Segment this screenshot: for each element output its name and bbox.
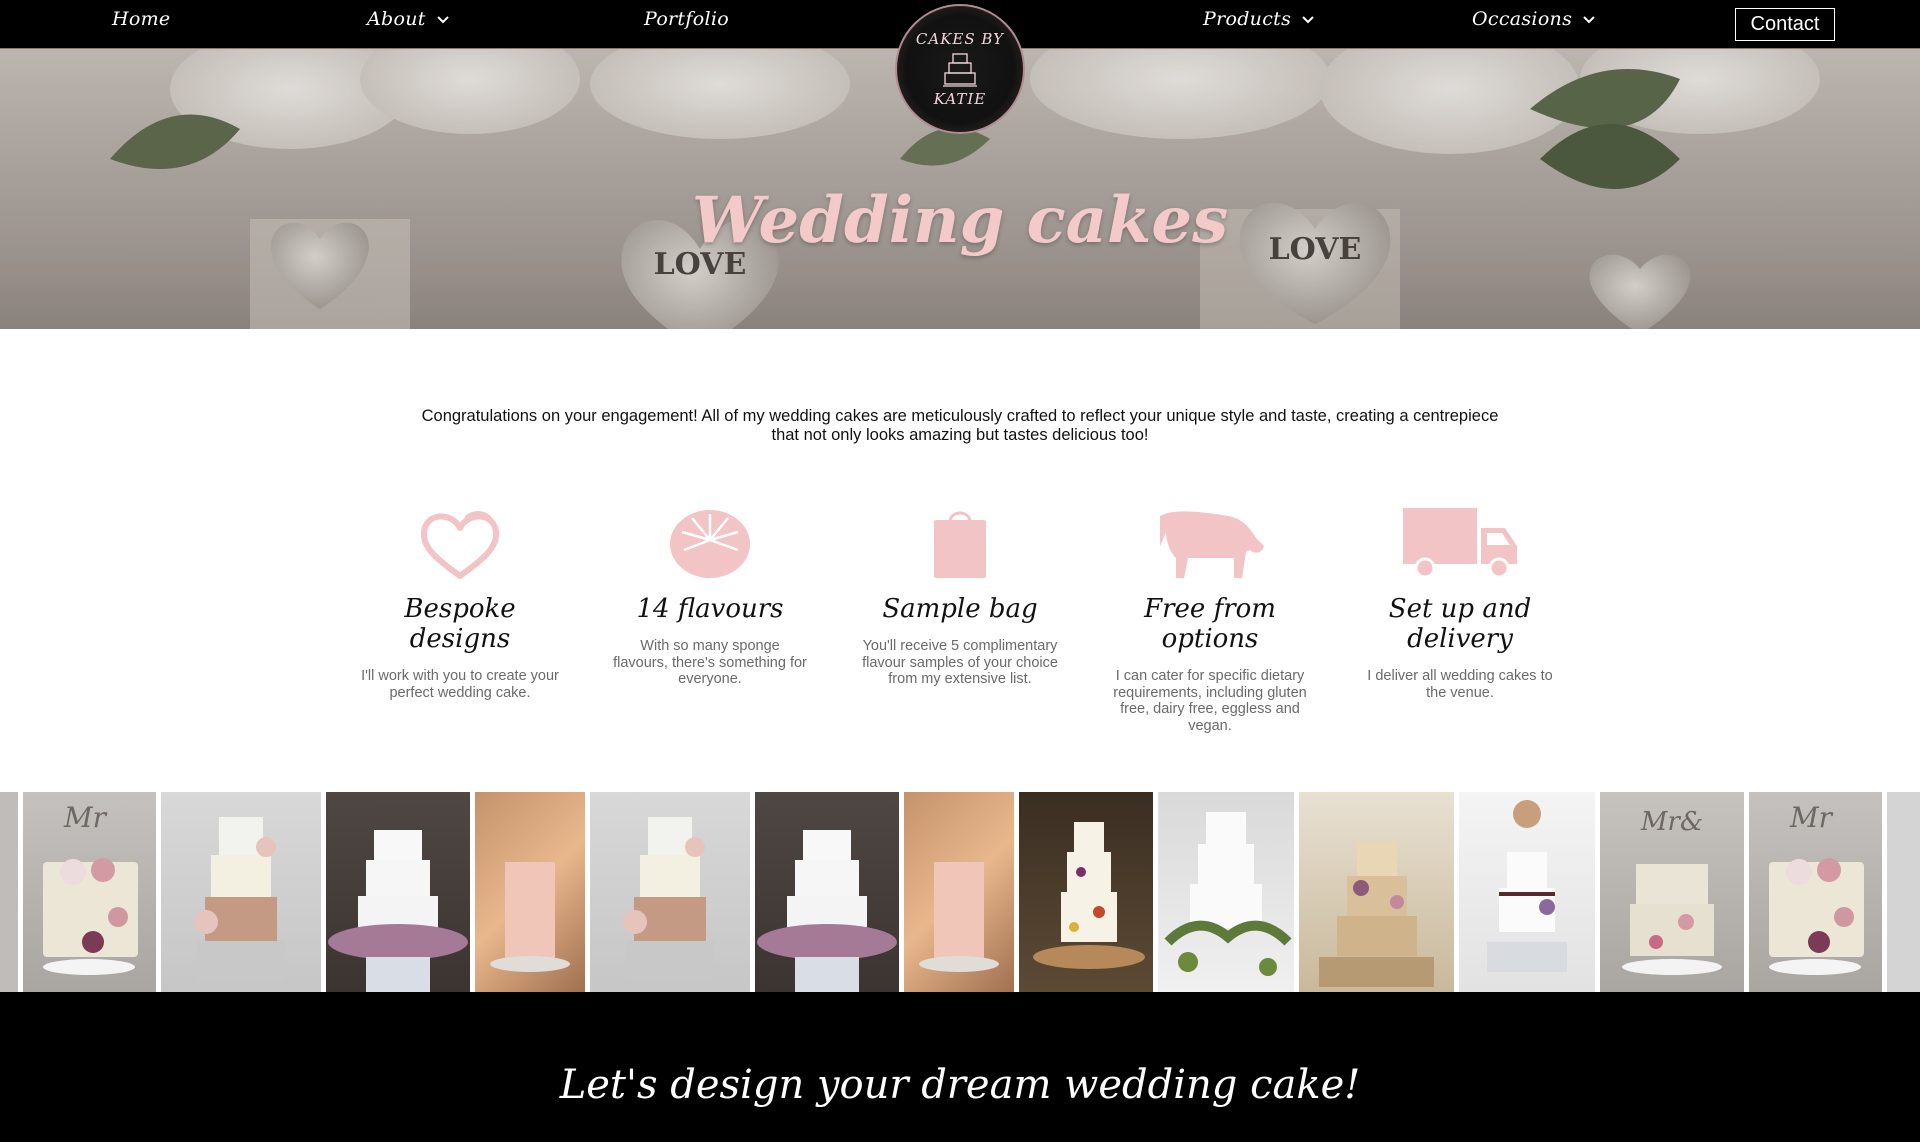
feature-free-from: Free from options I can cater for specif… bbox=[1105, 500, 1315, 734]
chevron-down-icon bbox=[1302, 16, 1314, 24]
cake-image bbox=[490, 862, 570, 972]
chevron-down-icon bbox=[436, 16, 449, 24]
flavour-egg-icon bbox=[670, 510, 750, 578]
cake-image bbox=[623, 817, 714, 981]
gallery-photo[interactable] bbox=[755, 792, 899, 992]
heart-icon bbox=[420, 511, 500, 579]
gallery-photo[interactable] bbox=[475, 792, 585, 992]
cake-gallery-carousel: Mr Mr& Mr bbox=[0, 792, 1920, 992]
feature-title: Bespoke designs bbox=[404, 594, 516, 654]
gallery-photo[interactable]: Mr& bbox=[1600, 792, 1744, 992]
cake-image bbox=[1033, 822, 1145, 969]
page-title: Wedding cakes bbox=[691, 183, 1229, 258]
feature-set-up-delivery: Set up and delivery I deliver all weddin… bbox=[1355, 500, 1565, 701]
gallery-photo[interactable] bbox=[161, 792, 321, 992]
gallery-photo[interactable] bbox=[904, 792, 1014, 992]
cake-image: Mr bbox=[43, 801, 138, 975]
intro-text: Congratulations on your engagement! All … bbox=[421, 407, 1499, 444]
nav-products[interactable]: Products bbox=[1203, 8, 1315, 30]
gallery-photo[interactable] bbox=[1019, 792, 1153, 992]
cake-image bbox=[1164, 812, 1292, 976]
gallery-photo[interactable]: Mr bbox=[1749, 792, 1882, 992]
call-to-action-section: Let's design your dream wedding cake! bbox=[0, 992, 1920, 1142]
cake-image: Mr& bbox=[1622, 807, 1722, 975]
contact-button-label: Contact bbox=[1750, 13, 1820, 35]
nav-about-label: About bbox=[367, 8, 426, 30]
svg-text:Mr&: Mr& bbox=[1640, 807, 1703, 837]
feature-title: Free from options bbox=[1144, 594, 1276, 654]
contact-button[interactable]: Contact bbox=[1735, 8, 1835, 41]
svg-text:Mr: Mr bbox=[63, 801, 108, 834]
nav-occasions-label: Occasions bbox=[1472, 8, 1573, 30]
svg-text:Mr: Mr bbox=[1789, 801, 1834, 834]
cta-title: Let's design your dream wedding cake! bbox=[559, 1062, 1361, 1108]
cake-image bbox=[1319, 842, 1434, 987]
feature-title: Set up and delivery bbox=[1388, 594, 1532, 654]
feature-desc: I'll work with you to create your perfec… bbox=[361, 668, 559, 701]
cake-image bbox=[1487, 800, 1567, 972]
cake-tier-icon bbox=[943, 53, 977, 87]
cakes-by-katie-logo[interactable]: CAKES BY KATIE bbox=[895, 4, 1025, 134]
logo-line-2: KATIE bbox=[933, 90, 987, 108]
chevron-down-icon bbox=[1583, 16, 1595, 24]
cake-image bbox=[328, 830, 468, 992]
feature-desc: I deliver all wedding cakes to the venue… bbox=[1367, 668, 1553, 701]
feature-desc: With so many sponge flavours, there's so… bbox=[613, 638, 807, 687]
cake-image: Mr bbox=[1769, 801, 1864, 975]
feature-flavours: 14 flavours With so many sponge flavours… bbox=[605, 500, 815, 688]
gallery-photo[interactable] bbox=[1887, 792, 1920, 992]
nav-occasions[interactable]: Occasions bbox=[1472, 8, 1596, 30]
gallery-photo[interactable] bbox=[590, 792, 750, 992]
cow-icon bbox=[1160, 511, 1264, 578]
gallery-photo[interactable] bbox=[0, 792, 18, 992]
feature-title: Sample bag bbox=[882, 594, 1038, 624]
feature-desc: You'll receive 5 complimentary flavour s… bbox=[862, 638, 1058, 687]
nav-portfolio[interactable]: Portfolio bbox=[644, 8, 729, 30]
gallery-photo[interactable]: Mr bbox=[23, 792, 156, 992]
cake-image bbox=[919, 862, 999, 972]
feature-title: 14 flavours bbox=[636, 594, 784, 624]
gallery-photo[interactable] bbox=[1459, 792, 1595, 992]
gallery-photo[interactable] bbox=[1158, 792, 1294, 992]
cake-image bbox=[757, 830, 897, 992]
nav-home[interactable]: Home bbox=[112, 8, 170, 30]
feature-bespoke-designs: Bespoke designs I'll work with you to cr… bbox=[355, 500, 565, 701]
delivery-truck-icon bbox=[1403, 508, 1517, 579]
nav-home-label: Home bbox=[112, 8, 171, 30]
gallery-photo[interactable] bbox=[1299, 792, 1454, 992]
nav-portfolio-label: Portfolio bbox=[644, 8, 729, 30]
feature-desc: I can cater for specific dietary require… bbox=[1113, 668, 1307, 734]
logo-line-1: CAKES BY bbox=[915, 29, 1005, 48]
nav-about[interactable]: About bbox=[367, 8, 450, 30]
feature-sample-bag: Sample bag You'll receive 5 complimentar… bbox=[855, 500, 1065, 688]
gallery-photo[interactable] bbox=[326, 792, 470, 992]
nav-products-label: Products bbox=[1203, 8, 1292, 30]
cake-image bbox=[194, 817, 285, 981]
shopping-bag-icon bbox=[934, 511, 986, 578]
